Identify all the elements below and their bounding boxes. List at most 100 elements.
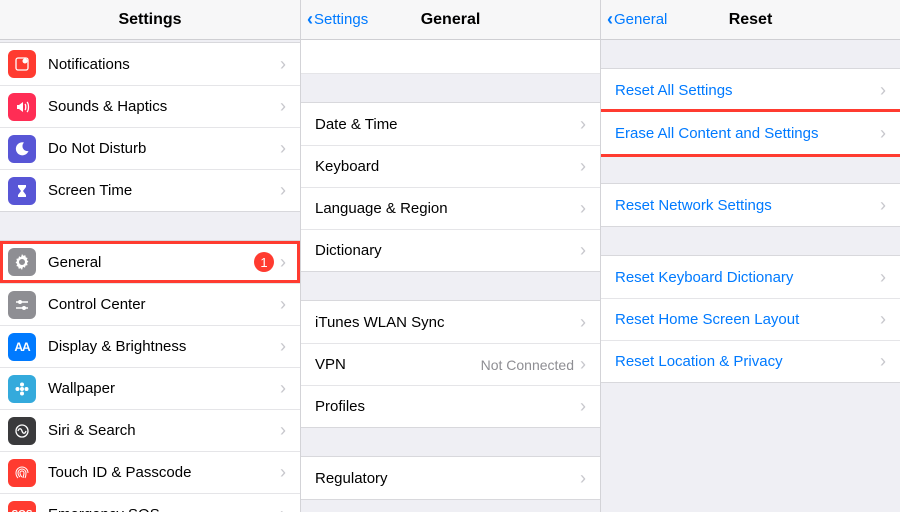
chevron-right-icon: › bbox=[280, 252, 286, 273]
chevron-right-icon: › bbox=[580, 198, 586, 219]
home-row[interactable]: Reset Home Screen Layout› bbox=[601, 298, 900, 340]
row-label: Wallpaper bbox=[48, 380, 280, 397]
chevron-right-icon: › bbox=[280, 420, 286, 441]
row-label: Language & Region bbox=[315, 200, 580, 217]
row-label: Sounds & Haptics bbox=[48, 98, 280, 115]
controlcenter-icon bbox=[8, 291, 36, 319]
vpn-row[interactable]: VPNNot Connected › bbox=[301, 343, 600, 385]
chevron-right-icon: › bbox=[580, 114, 586, 135]
screentime-icon bbox=[8, 177, 36, 205]
chevron-right-icon: › bbox=[280, 96, 286, 117]
row-label: General bbox=[48, 254, 254, 271]
chevron-right-icon: › bbox=[880, 123, 886, 144]
chevron-right-icon: › bbox=[880, 351, 886, 372]
row-label: Emergency SOS bbox=[48, 506, 280, 512]
row-status: Not Connected bbox=[481, 357, 574, 373]
general-row[interactable]: General1 › bbox=[0, 241, 300, 283]
chevron-right-icon: › bbox=[280, 180, 286, 201]
sounds-icon bbox=[8, 93, 36, 121]
general-icon bbox=[8, 248, 36, 276]
siri-row[interactable]: Siri & Search› bbox=[0, 409, 300, 451]
row-label: Reset Home Screen Layout bbox=[615, 311, 880, 328]
screentime-row[interactable]: Screen Time› bbox=[0, 169, 300, 211]
dnd-row[interactable]: Do Not Disturb› bbox=[0, 127, 300, 169]
network-row[interactable]: Reset Network Settings› bbox=[601, 184, 900, 226]
display-row[interactable]: AA Display & Brightness› bbox=[0, 325, 300, 367]
datetime-row[interactable]: Date & Time› bbox=[301, 103, 600, 145]
row-label: Profiles bbox=[315, 398, 580, 415]
chevron-right-icon: › bbox=[280, 138, 286, 159]
chevron-right-icon: › bbox=[280, 294, 286, 315]
badge: 1 bbox=[254, 252, 274, 272]
row-label: Screen Time bbox=[48, 182, 280, 199]
itunes-row[interactable]: iTunes WLAN Sync› bbox=[301, 301, 600, 343]
back-to-general-button[interactable]: ‹ General bbox=[607, 0, 667, 39]
keyboard-row[interactable]: Keyboard› bbox=[301, 145, 600, 187]
general-header: ‹ Settings General bbox=[301, 0, 600, 40]
sos-icon: SOS bbox=[8, 501, 36, 512]
sounds-row[interactable]: Sounds & Haptics› bbox=[0, 85, 300, 127]
row-label: iTunes WLAN Sync bbox=[315, 314, 580, 331]
touchid-icon bbox=[8, 459, 36, 487]
row-label: Keyboard bbox=[315, 158, 580, 175]
settings-header: Settings bbox=[0, 0, 300, 40]
row-label: Dictionary bbox=[315, 242, 580, 259]
row-label: VPN bbox=[315, 356, 481, 373]
notifications-icon bbox=[8, 50, 36, 78]
controlcenter-row[interactable]: Control Center› bbox=[0, 283, 300, 325]
row-label: Regulatory bbox=[315, 470, 580, 487]
sos-row[interactable]: SOS Emergency SOS› bbox=[0, 493, 300, 512]
resetall-row[interactable]: Reset All Settings› bbox=[601, 69, 900, 111]
chevron-right-icon: › bbox=[280, 378, 286, 399]
row-label: Touch ID & Passcode bbox=[48, 464, 280, 481]
chevron-right-icon: › bbox=[280, 462, 286, 483]
chevron-right-icon: › bbox=[580, 396, 586, 417]
erase-row[interactable]: Erase All Content and Settings› bbox=[601, 112, 900, 154]
chevron-left-icon: ‹ bbox=[307, 9, 313, 30]
profiles-row[interactable]: Profiles› bbox=[301, 385, 600, 427]
row-label: Date & Time bbox=[315, 116, 580, 133]
chevron-left-icon: ‹ bbox=[607, 9, 613, 30]
row-label: Siri & Search bbox=[48, 422, 280, 439]
regulatory-row[interactable]: Regulatory› bbox=[301, 457, 600, 499]
row-label: Control Center bbox=[48, 296, 280, 313]
row-label: Erase All Content and Settings bbox=[615, 125, 880, 142]
wallpaper-icon bbox=[8, 375, 36, 403]
row-label: Reset Network Settings bbox=[615, 197, 880, 214]
display-icon: AA bbox=[8, 333, 36, 361]
dictionary-row[interactable]: Dictionary› bbox=[301, 229, 600, 271]
chevron-right-icon: › bbox=[580, 468, 586, 489]
wallpaper-row[interactable]: Wallpaper› bbox=[0, 367, 300, 409]
chevron-right-icon: › bbox=[580, 312, 586, 333]
keyboard-row[interactable]: Reset Keyboard Dictionary› bbox=[601, 256, 900, 298]
chevron-right-icon: › bbox=[280, 336, 286, 357]
general-title: General bbox=[421, 11, 481, 29]
chevron-right-icon: › bbox=[580, 240, 586, 261]
row-label: Do Not Disturb bbox=[48, 140, 280, 157]
chevron-right-icon: › bbox=[880, 267, 886, 288]
dnd-icon bbox=[8, 135, 36, 163]
touchid-row[interactable]: Touch ID & Passcode› bbox=[0, 451, 300, 493]
location-row[interactable]: Reset Location & Privacy› bbox=[601, 340, 900, 382]
row-label: Display & Brightness bbox=[48, 338, 280, 355]
chevron-right-icon: › bbox=[280, 504, 286, 512]
reset-header: ‹ General Reset bbox=[601, 0, 900, 40]
reset-column: ‹ General Reset Reset All Settings› Eras… bbox=[600, 0, 900, 512]
settings-title: Settings bbox=[118, 11, 181, 29]
chevron-right-icon: › bbox=[580, 354, 586, 375]
chevron-right-icon: › bbox=[880, 80, 886, 101]
back-to-settings-button[interactable]: ‹ Settings bbox=[307, 0, 368, 39]
chevron-right-icon: › bbox=[880, 195, 886, 216]
chevron-right-icon: › bbox=[580, 156, 586, 177]
chevron-right-icon: › bbox=[280, 54, 286, 75]
row-label: Notifications bbox=[48, 56, 280, 73]
row-label: Reset Location & Privacy bbox=[615, 353, 880, 370]
general-column: ‹ Settings General Date & Time›Keyboard›… bbox=[300, 0, 600, 512]
notifications-row[interactable]: Notifications› bbox=[0, 43, 300, 85]
row-label: Reset Keyboard Dictionary bbox=[615, 269, 880, 286]
row-label: Reset All Settings bbox=[615, 82, 880, 99]
settings-column: Settings Notifications›Sounds & Haptics›… bbox=[0, 0, 300, 512]
siri-icon bbox=[8, 417, 36, 445]
language-row[interactable]: Language & Region› bbox=[301, 187, 600, 229]
chevron-right-icon: › bbox=[880, 309, 886, 330]
